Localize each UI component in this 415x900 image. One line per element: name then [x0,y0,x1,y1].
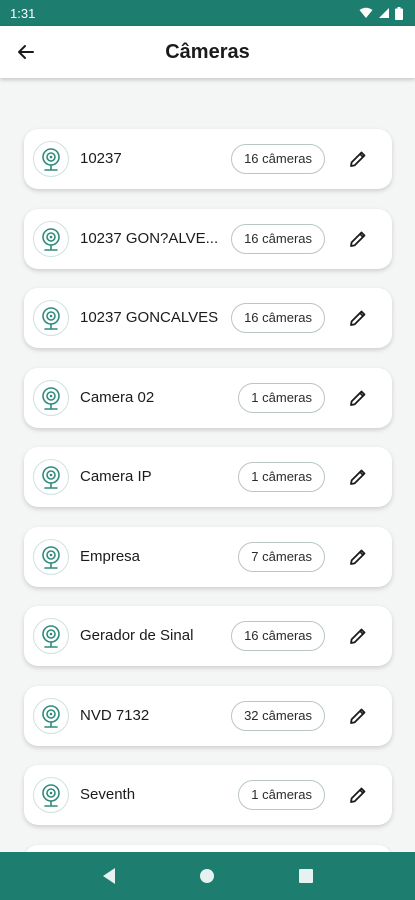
camera-name: Seventh Interno 02 [80,845,207,853]
camera-card[interactable]: Gerador de Sinal 16 câmeras [24,606,392,666]
camera-name: Empresa [80,547,141,565]
camera-name: Gerador de Sinal [80,627,194,644]
camera-card[interactable]: 10237 GON?ALVE... 16 câmeras [24,208,392,269]
camera-card[interactable]: 10237 GONCALVES 16 câmeras [24,288,392,348]
signal-icon [379,8,389,18]
camera-count-badge: 16 câmeras [231,223,325,254]
edit-button[interactable] [346,624,370,648]
camera-count-badge: 16 câmeras [231,621,325,651]
camera-count-badge: 16 câmeras [231,303,325,333]
pencil-icon [350,469,366,485]
edit-button[interactable] [346,465,370,489]
pencil-icon [350,787,366,803]
app-bar: Câmeras [0,26,415,78]
square-recents-icon [298,869,313,883]
pencil-icon [350,231,366,247]
camera-name: 10237 GON?ALVE... [80,229,219,247]
edit-button[interactable] [346,227,370,251]
edit-button[interactable] [346,386,370,410]
camera-card[interactable]: Empresa 7 câmeras [24,526,392,587]
camera-card[interactable]: 10237 16 câmeras [24,129,392,189]
camera-count-badge: 16 câmeras [231,144,325,174]
webcam-icon [33,300,69,336]
status-time: 1:31 [10,5,36,21]
edit-button[interactable] [346,306,370,330]
camera-name: Camera IP [80,468,152,485]
webcam-icon [33,697,69,734]
triangle-back-icon [103,868,116,884]
pencil-icon [350,628,366,644]
webcam-icon [33,538,69,575]
status-icons [359,6,403,20]
webcam-icon [33,459,69,495]
circle-home-icon [200,869,215,883]
nav-home-button[interactable] [195,864,219,888]
camera-card[interactable]: Camera IP 1 câmeras [24,447,392,507]
camera-name: 10237 [80,150,122,167]
camera-card[interactable]: Camera 02 1 câmeras [24,367,392,428]
page-title: Câmeras [165,40,250,63]
camera-card[interactable]: Seventh 1 câmeras [24,765,392,825]
camera-name: Seventh [80,786,136,803]
back-button[interactable] [10,36,42,68]
system-nav-bar [0,852,415,900]
pencil-icon [350,549,366,565]
edit-button[interactable] [346,783,370,807]
pencil-icon [350,708,366,724]
pencil-icon [350,310,366,326]
camera-card[interactable]: Seventh Interno 026 câmeras [24,844,392,853]
pencil-icon [350,151,366,167]
camera-count-badge: 32 câmeras [231,700,325,731]
webcam-icon [33,379,69,416]
webcam-icon [33,618,69,654]
webcam-icon [33,777,69,813]
edit-button[interactable] [346,147,370,171]
webcam-icon [33,220,69,257]
status-bar: 1:31 [0,0,415,26]
webcam-icon [33,141,69,177]
camera-count-badge: 1 câmeras [238,462,325,492]
camera-name: NVD 7132 [80,706,150,724]
pencil-icon [350,390,366,406]
camera-name: 10237 GONCALVES [80,309,219,326]
camera-list[interactable]: 10237 16 câmeras 10237 GON?ALVE... 16 câmer… [0,78,415,852]
battery-icon [395,6,403,20]
arrow-left-icon [18,45,34,59]
nav-recents-button[interactable] [294,864,318,888]
nav-back-button[interactable] [97,864,121,888]
wifi-icon [359,7,373,18]
camera-count-badge: 1 câmeras [238,780,325,810]
edit-button[interactable] [346,545,370,569]
edit-button[interactable] [346,704,370,728]
camera-count-badge: 1 câmeras [238,382,325,413]
camera-name: Camera 02 [80,388,155,406]
camera-count-badge: 7 câmeras [238,541,325,572]
camera-card[interactable]: NVD 7132 32 câmeras [24,685,392,746]
